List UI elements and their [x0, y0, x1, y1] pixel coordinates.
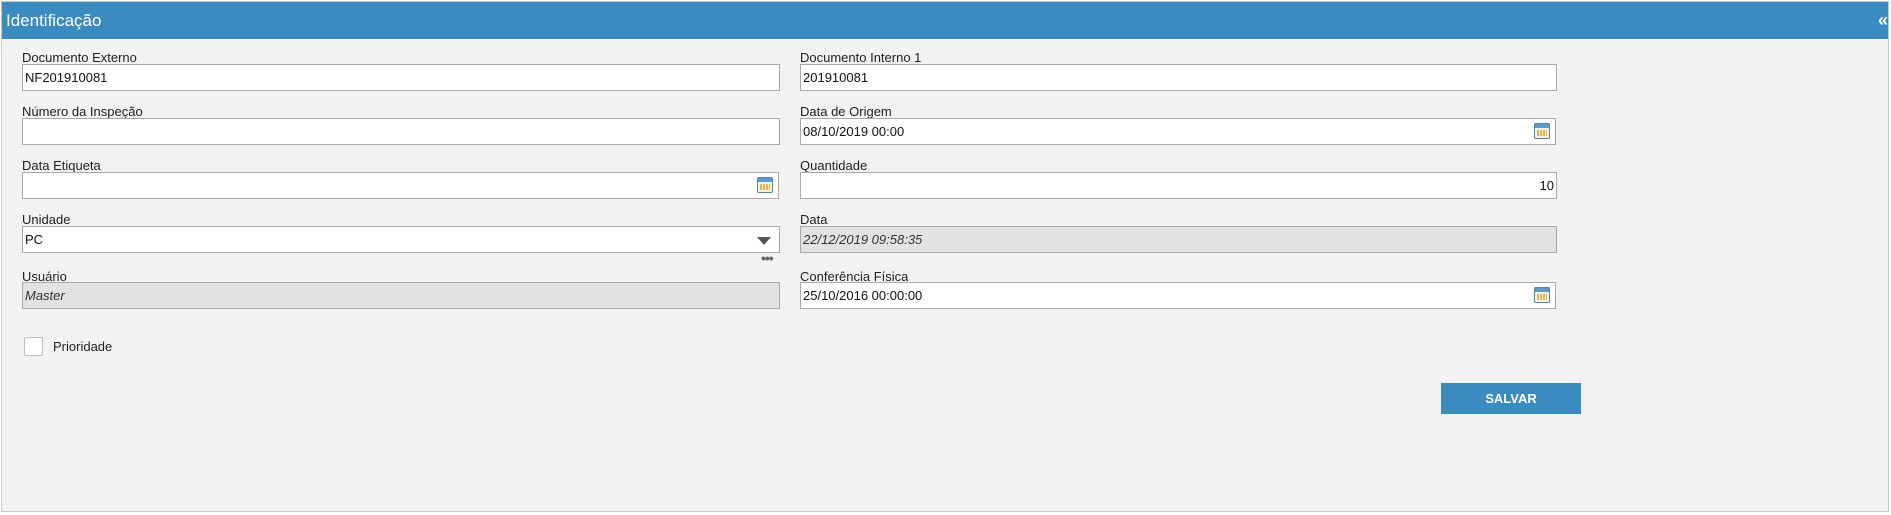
numero-inspecao-input[interactable] [22, 118, 780, 145]
panel-header: Identificação « [2, 2, 1888, 39]
documento-externo-input[interactable]: NF201910081 [22, 64, 780, 91]
chevron-down-icon[interactable] [757, 237, 771, 245]
documento-externo-label: Documento Externo [22, 50, 137, 65]
data-etiqueta-input[interactable] [22, 172, 779, 199]
collapse-icon[interactable]: « [1878, 2, 1888, 39]
more-options-icon[interactable]: ••• [761, 251, 774, 265]
unidade-value: PC [25, 232, 44, 247]
quantidade-label: Quantidade [800, 158, 868, 173]
prioridade-label: Prioridade [53, 339, 113, 354]
calendar-icon[interactable] [757, 177, 773, 193]
panel-title: Identificação [6, 11, 102, 30]
save-button[interactable]: SALVAR [1441, 383, 1581, 414]
conferencia-fisica-input[interactable]: 25/10/2016 00:00:00 [800, 282, 1556, 309]
calendar-icon[interactable] [1534, 287, 1550, 303]
data-origem-value: 08/10/2019 00:00 [803, 124, 905, 139]
documento-interno-input[interactable]: 201910081 [800, 64, 1557, 91]
data-input: 22/12/2019 09:58:35 [800, 226, 1557, 253]
data-origem-label: Data de Origem [800, 104, 892, 119]
calendar-icon[interactable] [1534, 123, 1550, 139]
quantidade-input[interactable]: 10 [800, 172, 1557, 199]
data-label: Data [800, 212, 828, 227]
conferencia-fisica-value: 25/10/2016 00:00:00 [803, 288, 923, 303]
unidade-select[interactable]: PC [22, 226, 780, 253]
unidade-label: Unidade [22, 212, 71, 227]
data-origem-input[interactable]: 08/10/2019 00:00 [800, 118, 1556, 145]
documento-interno-label: Documento Interno 1 [800, 50, 922, 65]
identificacao-panel: Identificação « Documento Externo NF2019… [1, 1, 1889, 512]
data-etiqueta-label: Data Etiqueta [22, 158, 101, 173]
numero-inspecao-label: Número da Inspeção [22, 104, 143, 119]
usuario-input: Master [22, 282, 780, 309]
prioridade-checkbox[interactable] [24, 337, 43, 356]
